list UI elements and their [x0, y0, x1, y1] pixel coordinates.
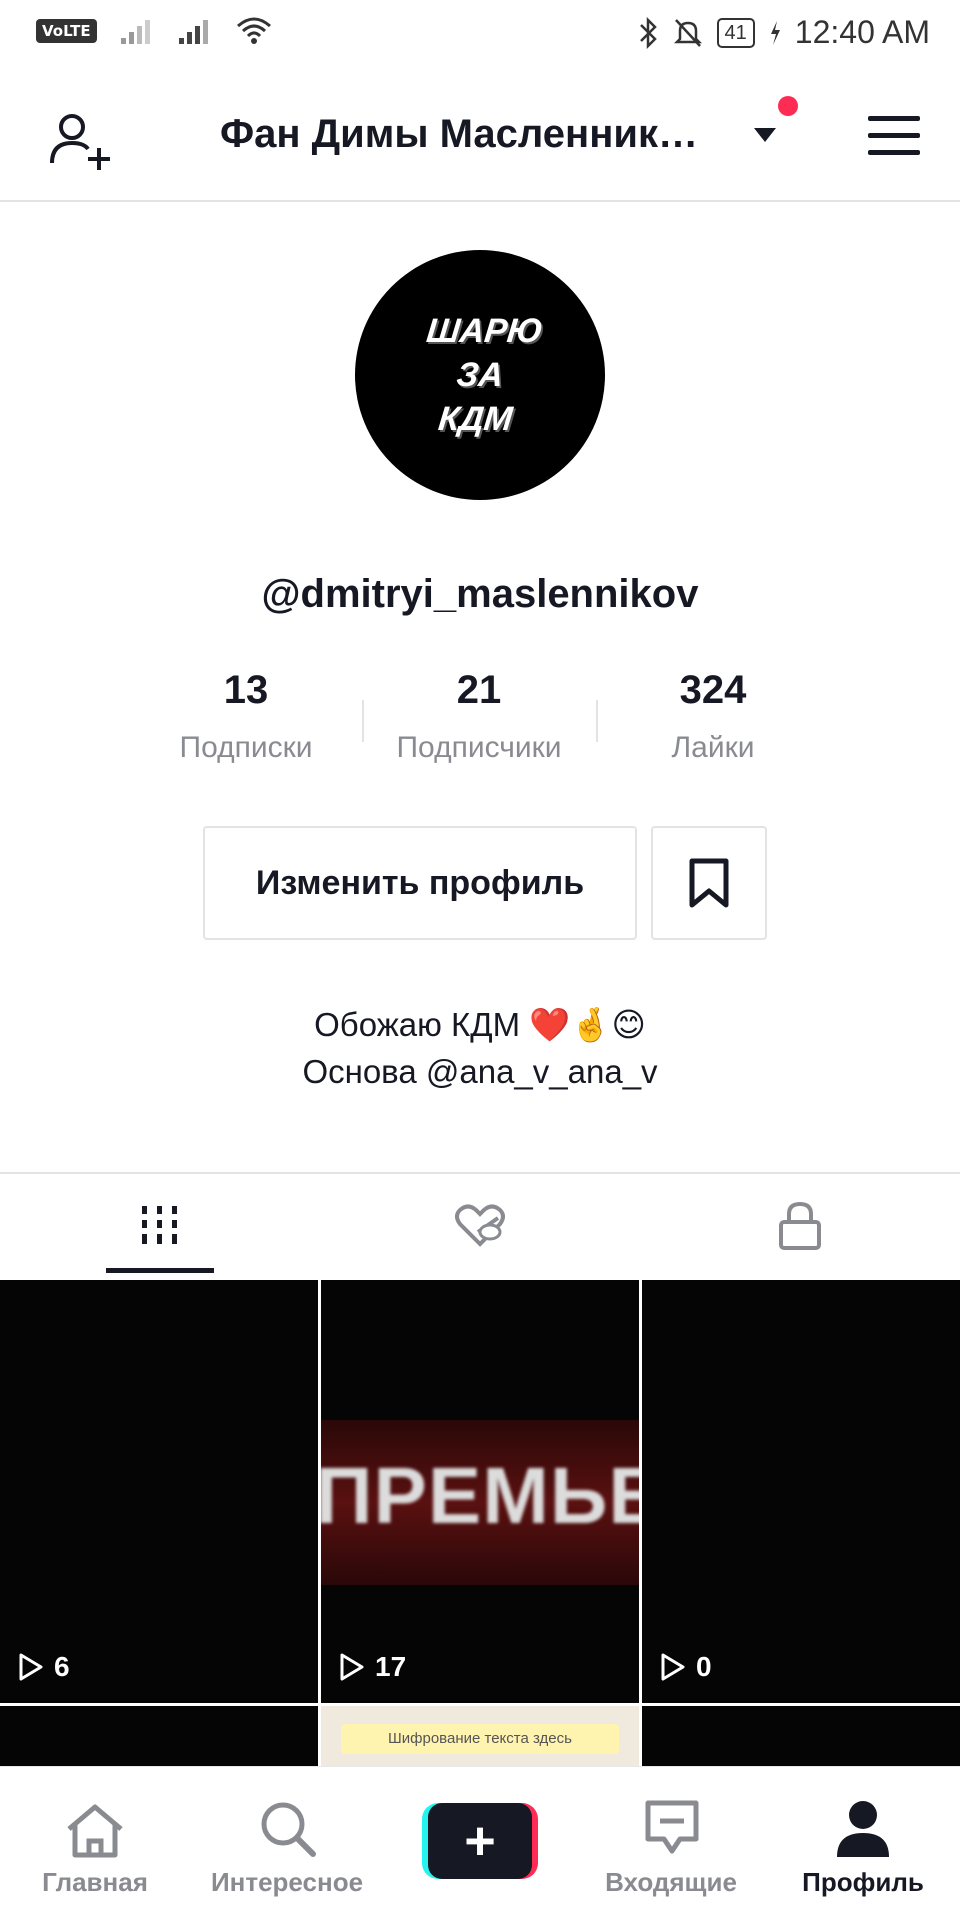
- stat-likes[interactable]: 324 Лайки: [598, 668, 828, 765]
- bottom-nav: Главная Интересное + Входящие Профиль: [0, 1766, 960, 1921]
- bluetooth-icon: [639, 16, 657, 49]
- liked-hidden-icon: [455, 1204, 505, 1247]
- charging-icon: [770, 20, 780, 45]
- inbox-icon: [645, 1800, 699, 1854]
- tab-videos[interactable]: [0, 1174, 320, 1278]
- battery-indicator: 41: [716, 17, 755, 48]
- video-thumbnail[interactable]: 0: [642, 1280, 960, 1703]
- video-preview-caption: Шифрование текста здесь: [341, 1724, 619, 1754]
- signal-icon-2: [178, 20, 208, 44]
- content-tabs: [0, 1172, 960, 1278]
- tab-private[interactable]: [640, 1174, 960, 1278]
- stat-following[interactable]: 13 Подписки: [131, 668, 361, 765]
- video-thumbnail[interactable]: [642, 1706, 960, 1766]
- volte-badge: VoLTE: [36, 19, 97, 43]
- view-count: 6: [18, 1651, 70, 1683]
- view-count: 0: [660, 1651, 712, 1683]
- video-preview-image: ПРЕМЬЕРА: [321, 1420, 639, 1585]
- bio-line: Обожаю КДМ ❤️🤞😊: [314, 1006, 646, 1043]
- clock: 12:40 AM: [794, 14, 930, 50]
- nav-home[interactable]: Главная: [0, 1767, 190, 1921]
- avatar-text: ШАРЮ ЗА КДМ: [424, 312, 545, 438]
- video-thumbnail[interactable]: Шифрование текста здесь: [321, 1706, 639, 1766]
- bell-muted-icon: [673, 18, 702, 47]
- signal-icon: [120, 20, 150, 44]
- status-bar: VoLTE 41 12:40 AM: [0, 0, 960, 66]
- wifi-icon: [236, 17, 271, 44]
- videos-grid-icon: [142, 1206, 177, 1244]
- view-count: 17: [339, 1651, 406, 1683]
- nav-inbox[interactable]: Входящие: [576, 1767, 766, 1921]
- avatar[interactable]: ШАРЮ ЗА КДМ: [355, 250, 605, 500]
- add-user-icon[interactable]: [46, 105, 116, 175]
- play-icon: [19, 1653, 43, 1681]
- play-icon: [340, 1653, 364, 1681]
- account-switcher-title[interactable]: Фан Димы Масленник…: [220, 112, 698, 157]
- lock-icon: [779, 1201, 821, 1250]
- nav-profile[interactable]: Профиль: [768, 1767, 958, 1921]
- status-left: VoLTE: [36, 16, 273, 46]
- menu-icon[interactable]: [868, 116, 920, 156]
- bookmark-icon: [689, 858, 729, 908]
- video-thumbnail[interactable]: [0, 1706, 318, 1766]
- bio-line: Основа @ana_v_ana_v: [302, 1053, 658, 1090]
- edit-profile-button[interactable]: Изменить профиль: [203, 826, 637, 940]
- play-icon: [661, 1653, 685, 1681]
- active-tab-indicator: [106, 1268, 214, 1273]
- notification-dot: [778, 96, 798, 116]
- video-thumbnail[interactable]: ПРЕМЬЕРА 17: [321, 1280, 639, 1703]
- chevron-down-icon[interactable]: [754, 128, 776, 142]
- plus-icon: +: [428, 1803, 532, 1879]
- video-thumbnail[interactable]: 6: [0, 1280, 318, 1703]
- nav-discover[interactable]: Интересное: [192, 1767, 382, 1921]
- create-button[interactable]: +: [422, 1803, 538, 1879]
- tab-liked[interactable]: [320, 1174, 640, 1278]
- home-icon: [67, 1804, 123, 1858]
- status-right: 41 12:40 AM: [637, 14, 930, 51]
- favorites-button[interactable]: [651, 826, 767, 940]
- profile-header: Фан Димы Масленник…: [0, 70, 960, 202]
- stat-followers[interactable]: 21 Подписчики: [364, 668, 594, 765]
- profile-icon: [837, 1801, 889, 1857]
- username: @dmitryi_maslennikov: [261, 572, 699, 616]
- search-icon: [261, 1802, 316, 1857]
